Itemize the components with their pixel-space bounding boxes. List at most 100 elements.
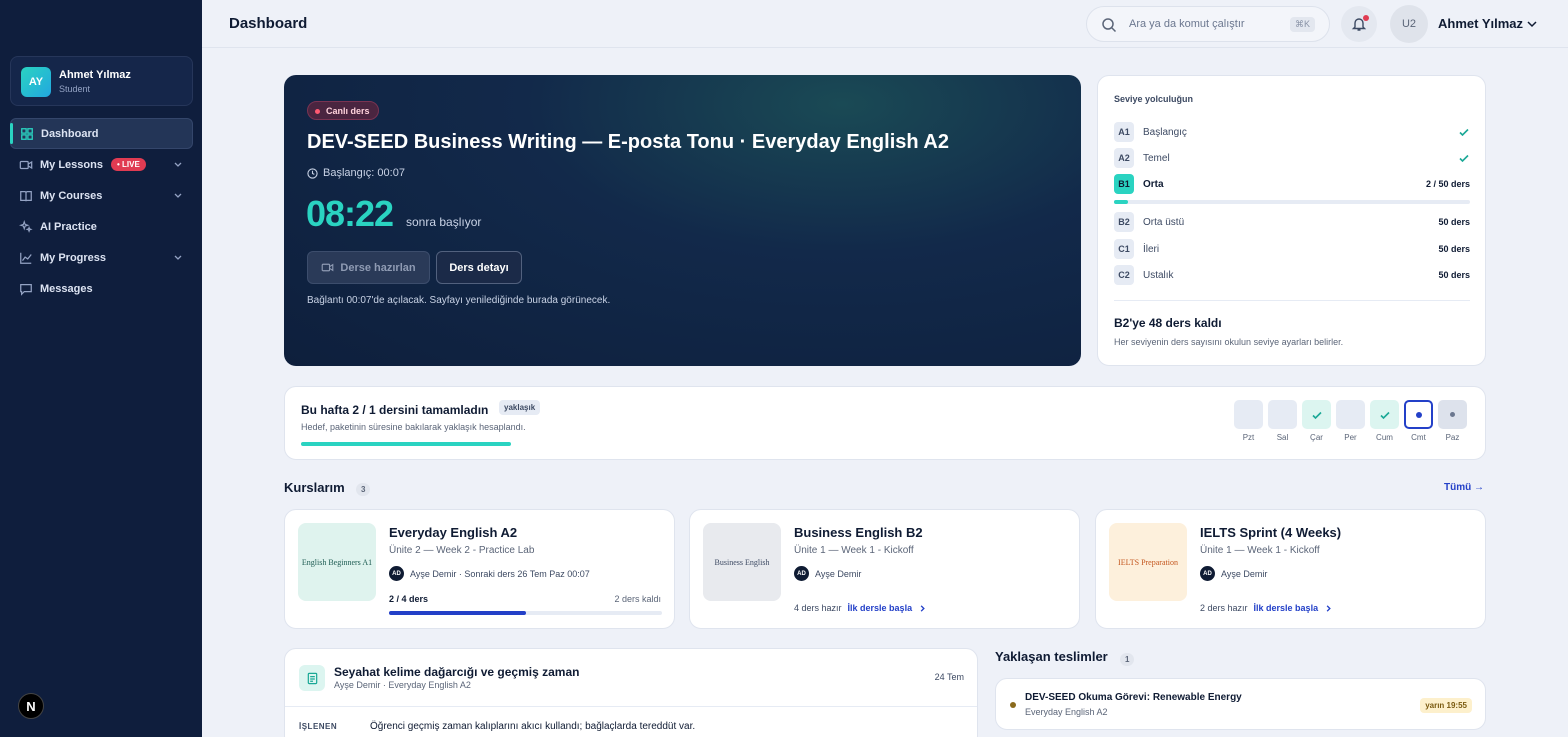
teacher-text: Ayşe Demir — [815, 568, 862, 579]
start-first-lesson-link[interactable]: İlk dersle başla — [848, 603, 913, 613]
remaining-subtitle: Her seviyenin ders sayısını okulun seviy… — [1114, 337, 1344, 347]
user-name: Ahmet Yılmaz — [59, 69, 131, 81]
chevron-down-icon[interactable] — [173, 159, 183, 169]
note-title: Seyahat kelime dağarcığı ve geçmiş zaman — [334, 665, 580, 679]
start-label: Başlangıç: 00:07 — [323, 167, 405, 179]
course-thumbnail: IELTS Preparation — [1109, 523, 1187, 601]
courses-heading: Kurslarım — [284, 480, 345, 495]
courses-count: 3 — [356, 483, 371, 496]
user-menu-name[interactable]: Ahmet Yılmaz — [1438, 16, 1523, 31]
sidebar-item-label: Messages — [40, 282, 93, 295]
level-row-b2: B2 Orta üstü 50 ders — [1114, 212, 1470, 232]
course-card[interactable]: English Beginners A1 Everyday English A2… — [284, 509, 675, 629]
user-card[interactable]: AY Ahmet Yılmaz Student — [10, 56, 193, 106]
sidebar-item-ai-practice[interactable]: AI Practice — [10, 211, 193, 242]
search-placeholder: Ara ya da komut çalıştır — [1129, 18, 1245, 30]
remaining-title: B2'ye 48 ders kaldı — [1114, 316, 1222, 330]
see-all-link[interactable]: Tümü → — [1444, 482, 1484, 493]
level-code: B2 — [1114, 212, 1134, 232]
notifications-button[interactable] — [1341, 6, 1377, 42]
course-teacher: AD Ayşe Demir — [1200, 566, 1267, 581]
sidebar-item-messages[interactable]: Messages — [10, 273, 193, 304]
level-row-b1: B1 Orta 2 / 50 ders — [1114, 174, 1470, 194]
video-icon — [322, 263, 334, 272]
check-icon — [1379, 411, 1390, 419]
level-progress-bar — [1114, 200, 1470, 204]
sidebar-item-my-courses[interactable]: My Courses — [10, 180, 193, 211]
sidebar-item-dashboard[interactable]: Dashboard — [10, 118, 193, 149]
level-name: Başlangıç — [1143, 126, 1187, 138]
day-çar: Çar — [1302, 400, 1331, 442]
upcoming-item[interactable]: DEV-SEED Okuma Görevi: Renewable Energy … — [995, 678, 1486, 730]
ready-count: 4 ders hazır — [794, 603, 842, 613]
future-dot — [1450, 412, 1455, 417]
level-count: 2 / 50 ders — [1425, 179, 1470, 189]
day-label: Çar — [1310, 433, 1323, 442]
level-row-c1: C1 İleri 50 ders — [1114, 239, 1470, 259]
today-dot — [1415, 411, 1422, 418]
day-label: Cmt — [1411, 433, 1426, 442]
upcoming-subtitle: Everyday English A2 — [1025, 707, 1108, 717]
divider — [1114, 300, 1470, 301]
search-icon — [1102, 18, 1117, 33]
course-progress-fill — [389, 611, 526, 615]
day-label: Pzt — [1242, 433, 1255, 442]
note-label: İŞLENEN — [299, 722, 338, 731]
chevron-down-icon[interactable] — [173, 190, 183, 200]
day-box — [1268, 400, 1297, 429]
sidebar-item-label: AI Practice — [40, 220, 97, 233]
prepare-button[interactable]: Derse hazırlan — [307, 251, 430, 284]
day-box — [1370, 400, 1399, 429]
book-icon — [18, 188, 34, 204]
divider — [285, 706, 977, 707]
chevron-down-icon[interactable] — [1526, 18, 1538, 30]
course-ready-row: 2 ders hazır İlk dersle başla — [1200, 603, 1333, 613]
upcoming-heading: Yaklaşan teslimler — [995, 649, 1108, 664]
day-box — [1404, 400, 1433, 429]
upcoming-title: DEV-SEED Okuma Görevi: Renewable Energy — [1025, 692, 1242, 703]
top-header: Dashboard Ara ya da komut çalıştır ⌘K U2… — [202, 0, 1568, 48]
check-icon — [1311, 411, 1322, 419]
course-progress-bar — [389, 611, 662, 615]
day-label: Per — [1344, 433, 1357, 442]
chevron-down-icon[interactable] — [173, 252, 183, 262]
course-teacher: AD Ayşe Demir — [794, 566, 861, 581]
avatar: AD — [1200, 566, 1215, 581]
sidebar-nav: Dashboard My Lessons • LIVE My Courses A… — [10, 118, 193, 304]
level-name: İleri — [1143, 243, 1160, 255]
avatar[interactable]: U2 — [1390, 5, 1428, 43]
course-thumbnail: Business English — [703, 523, 781, 601]
teacher-text: Ayşe Demir — [1221, 568, 1268, 579]
course-card[interactable]: Business English Business English B2 Üni… — [689, 509, 1080, 629]
sidebar-item-label: My Progress — [40, 251, 107, 264]
sidebar-item-my-lessons[interactable]: My Lessons • LIVE — [10, 149, 193, 180]
weekly-goal-card: Bu hafta 2 / 1 dersini tamamladın yaklaş… — [284, 386, 1486, 460]
hero-note: Bağlantı 00:07'de açılacak. Sayfayı yeni… — [307, 295, 611, 306]
day-cum: Cum — [1370, 400, 1399, 442]
week-days: Pzt Sal Çar Per Cum Cmt Paz — [1234, 400, 1467, 442]
course-card[interactable]: IELTS Preparation IELTS Sprint (4 Weeks)… — [1095, 509, 1486, 629]
notification-dot — [1363, 15, 1369, 21]
day-pzt: Pzt — [1234, 400, 1263, 442]
chevron-right-icon — [920, 604, 925, 612]
check-icon — [1459, 154, 1469, 163]
day-box — [1302, 400, 1331, 429]
lesson-note-card[interactable]: Seyahat kelime dağarcığı ve geçmiş zaman… — [284, 648, 978, 737]
week-progress-bar — [301, 442, 511, 446]
course-unit: Ünite 1 — Week 1 - Kickoff — [794, 545, 914, 556]
level-heading: Seviye yolculuğun — [1114, 94, 1194, 104]
sidebar: AY Ahmet Yılmaz Student Dashboard My Les… — [0, 0, 202, 737]
sidebar-item-my-progress[interactable]: My Progress — [10, 242, 193, 273]
framework-logo[interactable]: N — [18, 693, 44, 719]
level-code: A2 — [1114, 148, 1134, 168]
level-count: 50 ders — [1438, 244, 1470, 254]
level-count: 50 ders — [1438, 270, 1470, 280]
approx-badge: yaklaşık — [499, 400, 541, 415]
course-unit: Ünite 2 — Week 2 - Practice Lab — [389, 545, 535, 556]
teacher-text: Ayşe Demir · Sonraki ders 26 Tem Paz 00:… — [410, 568, 590, 579]
level-name: Ustalık — [1143, 269, 1174, 281]
start-first-lesson-link[interactable]: İlk dersle başla — [1254, 603, 1319, 613]
lesson-detail-button[interactable]: Ders detayı — [436, 251, 522, 284]
search-input[interactable]: Ara ya da komut çalıştır ⌘K — [1086, 6, 1330, 42]
day-label: Paz — [1445, 433, 1460, 442]
